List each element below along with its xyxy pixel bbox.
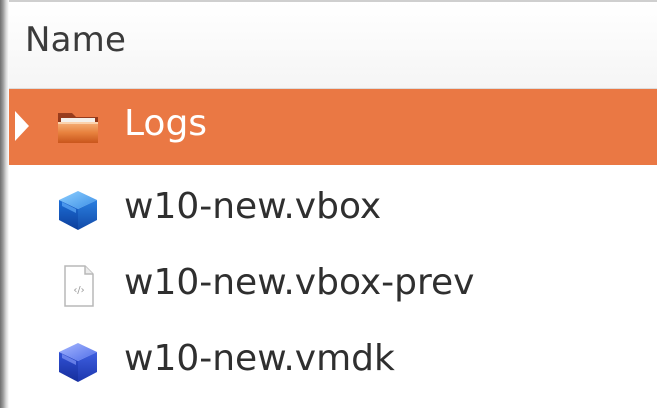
file-row-w10-new-vbox-prev[interactable]: ‹/› w10-new.vbox-prev [9, 248, 657, 324]
file-row-w10-new-vmdk[interactable]: w10-new.vmdk [9, 324, 657, 400]
left-border [0, 0, 9, 408]
column-header-label: Name [25, 20, 127, 60]
file-list-pane: Name Logs w10-new.vbox ‹/› w10-new.vbox-… [0, 0, 657, 408]
xml-file-icon: ‹/› [54, 262, 102, 310]
file-row-logs[interactable]: Logs [9, 89, 657, 165]
file-row-w10-new-vbox[interactable]: w10-new.vbox [9, 172, 657, 248]
file-name-label: w10-new.vmdk [124, 338, 395, 379]
file-name-label: Logs [124, 103, 208, 144]
file-name-label: w10-new.vbox [124, 186, 382, 227]
column-header-name[interactable]: Name [9, 2, 657, 89]
folder-icon [54, 103, 102, 151]
file-name-label: w10-new.vbox-prev [124, 262, 475, 303]
svg-text:‹/›: ‹/› [73, 285, 84, 296]
virtualbox-disk-icon [54, 338, 102, 386]
expander-arrow-icon[interactable] [15, 111, 29, 141]
virtualbox-icon [54, 186, 102, 234]
